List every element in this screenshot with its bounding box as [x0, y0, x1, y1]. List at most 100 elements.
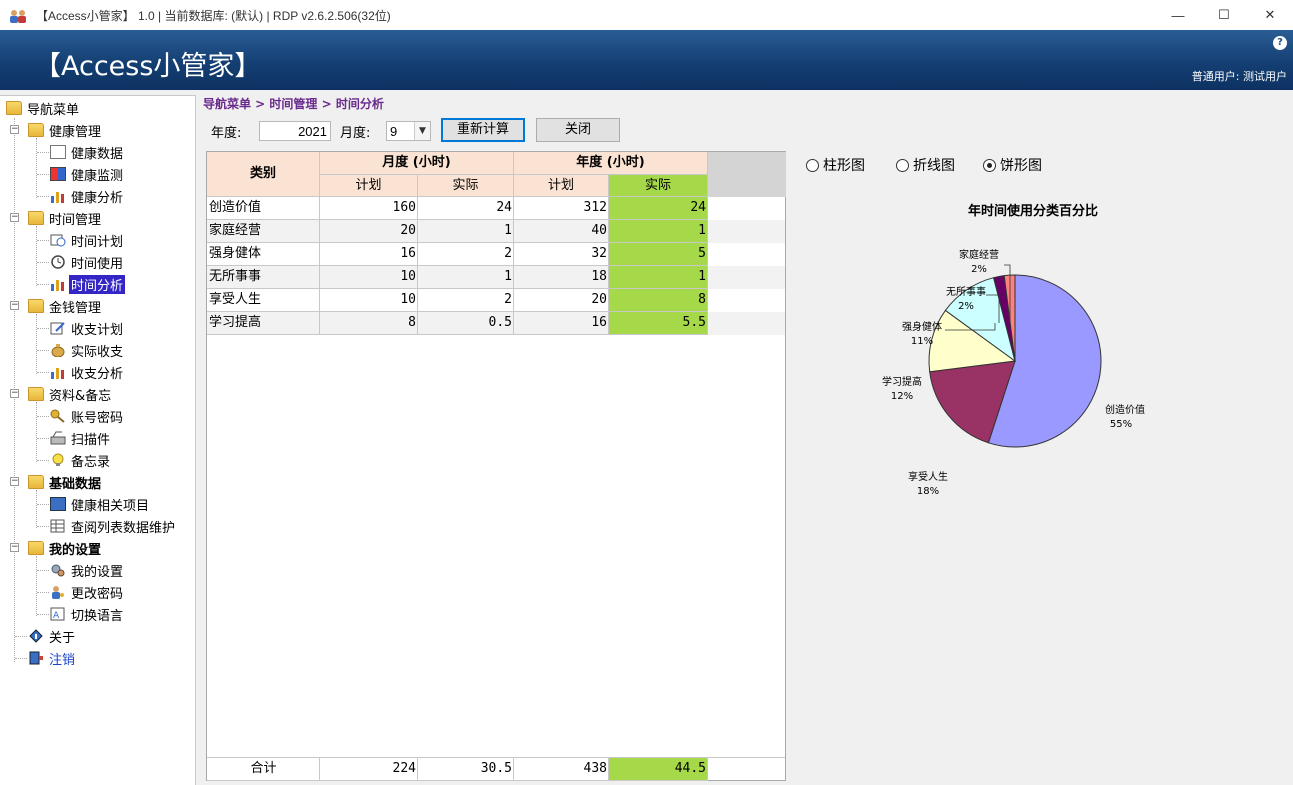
tree-item-lookup-lists[interactable]: 查阅列表数据维护	[50, 516, 177, 536]
table-cell-m-plan[interactable]: 10	[320, 266, 418, 289]
tree-item-label: 实际收支	[71, 344, 124, 360]
tree-item-health-monitor[interactable]: 健康监测	[50, 164, 125, 184]
tree-group-base-data[interactable]: 基础数据	[28, 472, 103, 492]
bar-chart-icon	[50, 189, 66, 203]
table-cell-cat[interactable]: 家庭经营	[207, 220, 320, 243]
tree-item-budget-analysis[interactable]: 收支分析	[50, 362, 125, 382]
tree-item-logout[interactable]: 注销	[28, 648, 77, 668]
tree-item-my-settings[interactable]: 我的设置	[50, 560, 125, 580]
radio-circle[interactable]	[896, 158, 909, 172]
folder-open-icon	[28, 123, 44, 137]
radio-line-chart[interactable]: 折线图	[896, 155, 955, 175]
table-cell-m-actual[interactable]: 1	[418, 220, 514, 243]
collapse-toggle[interactable]: −	[10, 125, 19, 134]
minimize-button[interactable]: —	[1155, 0, 1201, 30]
tree-item-about[interactable]: 关于	[28, 626, 77, 646]
tree-item-change-password[interactable]: 更改密码	[50, 582, 125, 602]
table-cell-m-plan[interactable]: 160	[320, 197, 418, 220]
table-row[interactable]: 家庭经营 20 1 40 1	[207, 220, 785, 243]
tree-line	[37, 416, 49, 417]
tree-item-time-analysis[interactable]: 时间分析	[50, 274, 126, 294]
tree-item-health-data[interactable]: 健康数据	[50, 142, 125, 162]
tree-item-memo[interactable]: 备忘录	[50, 450, 112, 470]
radio-circle-selected[interactable]	[983, 158, 996, 172]
tree-group-label: 基础数据	[49, 476, 102, 492]
radio-pie-label: 饼形图	[1000, 158, 1042, 174]
table-cell-m-plan[interactable]: 8	[320, 312, 418, 335]
tree-group-money[interactable]: 金钱管理	[28, 296, 103, 316]
table-cell-y-plan[interactable]: 40	[514, 220, 609, 243]
window-title: 【Access小管家】 1.0 | 当前数据库: (默认) | RDP v2.6…	[36, 8, 391, 23]
table-cell-y-plan[interactable]: 312	[514, 197, 609, 220]
tree-group-time[interactable]: 时间管理	[28, 208, 103, 228]
tree-root[interactable]: 导航菜单	[6, 98, 81, 118]
table-cell-y-actual[interactable]: 5.5	[609, 312, 708, 335]
tree-line	[36, 556, 37, 616]
table-cell-y-plan[interactable]: 18	[514, 266, 609, 289]
tree-group-health[interactable]: 健康管理	[28, 120, 103, 140]
tree-group-notes[interactable]: 资料&备忘	[28, 384, 113, 404]
table-cell-y-actual[interactable]: 5	[609, 243, 708, 266]
table-cell-y-actual[interactable]: 8	[609, 289, 708, 312]
tree-group-settings[interactable]: 我的设置	[28, 538, 103, 558]
help-icon[interactable]: ?	[1273, 36, 1287, 50]
close-form-button[interactable]: 关闭	[536, 118, 620, 142]
table-cell-m-actual[interactable]: 2	[418, 243, 514, 266]
table-cell-m-actual[interactable]: 0.5	[418, 312, 514, 335]
table-cell-y-actual[interactable]: 1	[609, 266, 708, 289]
recalculate-button[interactable]: 重新计算	[441, 118, 525, 142]
tree-item-label: 健康分析	[71, 190, 124, 206]
tree-line	[37, 526, 49, 527]
table-row[interactable]: 学习提高 8 0.5 16 5.5	[207, 312, 785, 335]
table-cell-y-actual[interactable]: 1	[609, 220, 708, 243]
table-cell-m-actual[interactable]: 24	[418, 197, 514, 220]
table-row[interactable]: 强身健体 16 2 32 5	[207, 243, 785, 266]
table-cell-y-plan[interactable]: 32	[514, 243, 609, 266]
radio-circle[interactable]	[806, 158, 819, 172]
tree-item-health-items[interactable]: 健康相关项目	[50, 494, 151, 514]
table-cell-m-actual[interactable]: 2	[418, 289, 514, 312]
table-row[interactable]: 享受人生 10 2 20 8	[207, 289, 785, 312]
close-window-button[interactable]: ✕	[1247, 0, 1293, 30]
table-cell-m-actual[interactable]: 1	[418, 266, 514, 289]
tree-line	[37, 174, 49, 175]
grid-header-filler	[708, 152, 786, 197]
pie-slice-label: 家庭经营	[959, 248, 999, 261]
tree-item-budget-plan[interactable]: 收支计划	[50, 318, 125, 338]
table-cell-m-plan[interactable]: 16	[320, 243, 418, 266]
collapse-toggle[interactable]: −	[10, 543, 19, 552]
table-cell-cat[interactable]: 学习提高	[207, 312, 320, 335]
header-month-plan: 计划	[320, 175, 418, 197]
table-cell-cat[interactable]: 无所事事	[207, 266, 320, 289]
tree-item-time-use[interactable]: 时间使用	[50, 252, 125, 272]
tree-item-time-plan[interactable]: 时间计划	[50, 230, 125, 250]
table-cell-y-plan[interactable]: 20	[514, 289, 609, 312]
calendar-clock-icon	[50, 233, 66, 247]
table-cell-cat[interactable]: 创造价值	[207, 197, 320, 220]
radio-pie-chart[interactable]: 饼形图	[983, 155, 1042, 175]
chevron-down-icon[interactable]: ▼	[414, 122, 430, 140]
tree-item-passwords[interactable]: 账号密码	[50, 406, 125, 426]
year-input[interactable]: 2021	[259, 121, 331, 141]
collapse-toggle[interactable]: −	[10, 477, 19, 486]
month-label: 月度:	[340, 126, 371, 141]
table-row[interactable]: 创造价值 160 24 312 24	[207, 197, 785, 220]
table-cell-cat[interactable]: 享受人生	[207, 289, 320, 312]
collapse-toggle[interactable]: −	[10, 301, 19, 310]
collapse-toggle[interactable]: −	[10, 389, 19, 398]
table-row[interactable]: 无所事事 10 1 18 1	[207, 266, 785, 289]
tree-item-switch-language[interactable]: A 切换语言	[50, 604, 125, 624]
tree-item-actual-expense[interactable]: 实际收支	[50, 340, 125, 360]
tree-line	[37, 614, 49, 615]
radio-bar-chart[interactable]: 柱形图	[806, 155, 865, 175]
tree-item-health-analysis[interactable]: 健康分析	[50, 186, 125, 206]
collapse-toggle[interactable]: −	[10, 213, 19, 222]
table-cell-y-plan[interactable]: 16	[514, 312, 609, 335]
maximize-button[interactable]: ☐	[1201, 0, 1247, 30]
table-cell-m-plan[interactable]: 10	[320, 289, 418, 312]
table-cell-y-actual[interactable]: 24	[609, 197, 708, 220]
month-select[interactable]: 9 ▼	[386, 121, 431, 141]
tree-item-scans[interactable]: 扫描件	[50, 428, 112, 448]
table-cell-cat[interactable]: 强身健体	[207, 243, 320, 266]
table-cell-m-plan[interactable]: 20	[320, 220, 418, 243]
